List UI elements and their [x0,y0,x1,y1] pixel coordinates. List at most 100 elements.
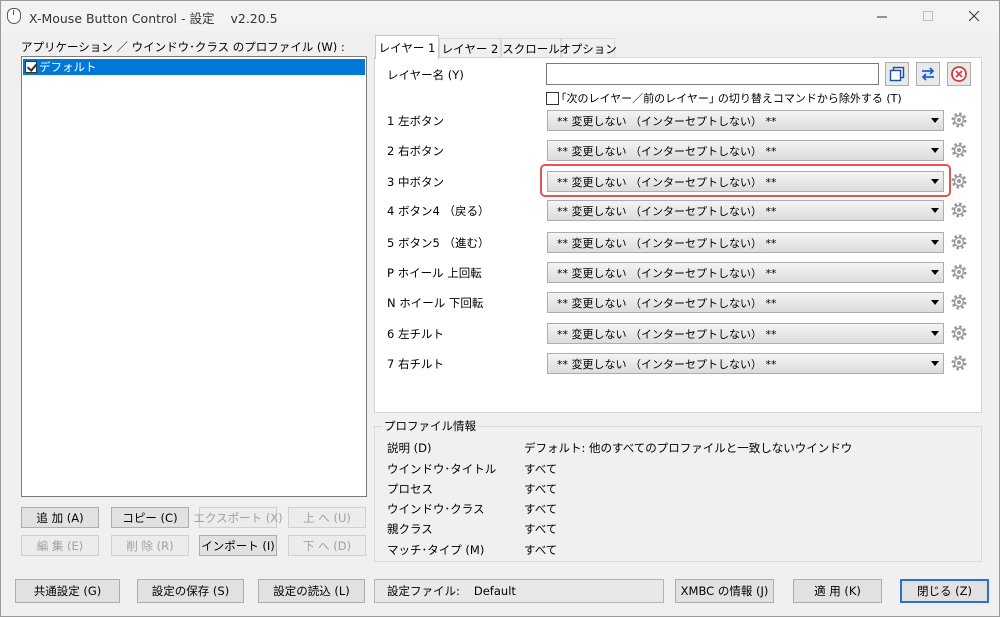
load-settings-button[interactable]: 設定の読込 (L) [258,579,365,603]
config-file-display: 設定ファイル: Default [374,579,664,603]
wheel-down-action-select[interactable]: ** 変更しない （インターセプトしない） ** [547,292,944,313]
move-down-button[interactable]: 下 へ (D) [288,535,366,556]
tab-scroll[interactable]: スクロール [501,38,561,58]
maximize-icon [922,10,933,21]
dropdown-arrow-icon [931,361,939,366]
button-label-right: 2 右ボタン [387,144,444,158]
config-file-value: Default [473,584,516,598]
gear-icon[interactable] [950,111,968,129]
info-value-window-class: すべて [524,502,558,516]
focus-highlight [540,164,951,197]
combo-value: ** 変更しない （インターセプトしない） ** [557,266,777,280]
exclude-toggle-row[interactable]: ｢次のレイヤー／前のレイヤー｣ の切り替えコマンドから除外する (T) [546,90,902,106]
tilt-left-action-select[interactable]: ** 変更しない （インターセプトしない） ** [547,323,944,344]
add-button[interactable]: 追 加 (A) [21,507,99,528]
maximize-button [905,1,951,31]
dropdown-arrow-icon [931,331,939,336]
button-label-wheel-down: N ホイール 下回転 [387,296,484,310]
window-title: X-Mouse Button Control - 設定 v2.20.5 [29,8,278,27]
button-label-left: 1 左ボタン [387,114,444,128]
move-up-button[interactable]: 上 へ (U) [288,507,366,528]
copy-layer-button[interactable] [885,62,909,86]
dropdown-arrow-icon [931,118,939,123]
combo-value: ** 変更しない （インターセプトしない） ** [557,296,777,310]
gear-icon[interactable] [950,172,968,190]
profile-info-title: プロファイル情報 [382,418,478,434]
version-text: v2.20.5 [230,11,278,26]
button5-action-select[interactable]: ** 変更しない （インターセプトしない） ** [547,232,944,253]
info-value-window-title: すべて [524,462,558,476]
layer-name-label: レイヤー名 (Y) [387,68,464,82]
button-label-tilt-right: 7 右チルト [387,357,444,371]
close-button[interactable]: 閉じる (Z) [900,579,989,603]
copy-button[interactable]: コピー (C) [111,507,189,528]
info-label-window-class: ウインドウ･クラス [387,502,485,516]
info-label-parent-class: 親クラス [387,522,433,536]
delete-icon [951,66,967,82]
edit-button[interactable]: 編 集 (E) [21,535,99,556]
gear-icon[interactable] [950,324,968,342]
profile-item-label: デフォルト [39,60,97,74]
combo-value: ** 変更しない （インターセプトしない） ** [557,357,777,371]
dropdown-arrow-icon [931,270,939,275]
info-label-match-type: マッチ･タイプ (M) [387,543,485,557]
gear-icon[interactable] [950,263,968,281]
export-button[interactable]: エクスポート (X) [193,507,283,528]
tab-options[interactable]: オプション [559,38,617,58]
layer-name-input[interactable] [546,63,879,85]
close-window-button[interactable] [951,1,997,31]
minimize-button[interactable] [859,1,905,31]
button-label-back: 4 ボタン4 （戻る） [387,204,490,218]
delete-button[interactable]: 削 除 (R) [111,535,189,556]
info-label-process: プロセス [387,482,433,496]
save-settings-button[interactable]: 設定の保存 (S) [137,579,244,603]
info-value-description: デフォルト: 他のすべてのプロファイルと一致しないウインドウ [524,441,853,455]
combo-value: ** 変更しない （インターセプトしない） ** [557,114,777,128]
gear-icon[interactable] [950,141,968,159]
common-settings-button[interactable]: 共通設定 (G) [15,579,120,603]
profile-list[interactable]: デフォルト [21,56,367,497]
apply-button[interactable]: 適 用 (K) [793,579,882,603]
right-button-action-select[interactable]: ** 変更しない （インターセプトしない） ** [547,140,944,161]
tab-layer-1[interactable]: レイヤー 1 [375,35,439,59]
about-button[interactable]: XMBC の情報 (J) [675,579,774,603]
exclude-label: ｢次のレイヤー／前のレイヤー｣ の切り替えコマンドから除外する (T) [561,92,902,105]
info-label-window-title: ウインドウ･タイトル [387,462,497,476]
minimize-icon [876,16,887,17]
title-bar: X-Mouse Button Control - 設定 v2.20.5 [1,1,999,31]
info-label-description: 説明 (D) [387,441,432,455]
gear-icon[interactable] [950,233,968,251]
info-value-process: すべて [524,482,558,496]
checkbox-checked-icon[interactable] [25,61,37,73]
mouse-icon [7,8,21,24]
button-label-forward: 5 ボタン5 （進む） [387,236,490,250]
info-value-match-type: すべて [524,543,558,557]
button-label-tilt-left: 6 左チルト [387,327,444,341]
exclude-checkbox[interactable] [546,91,559,105]
gear-icon[interactable] [950,354,968,372]
swap-layer-button[interactable] [916,62,940,86]
left-button-action-select[interactable]: ** 変更しない （インターセプトしない） ** [547,110,944,131]
dropdown-arrow-icon [931,148,939,153]
close-icon [968,10,979,21]
button4-action-select[interactable]: ** 変更しない （インターセプトしない） ** [547,200,944,221]
dropdown-arrow-icon [931,240,939,245]
copy-icon [889,66,905,82]
dropdown-arrow-icon [931,208,939,213]
profiles-label: アプリケーション ／ ウインドウ･クラス のプロファイル (W) : [21,40,345,54]
tilt-right-action-select[interactable]: ** 変更しない （インターセプトしない） ** [547,353,944,374]
combo-value: ** 変更しない （インターセプトしない） ** [557,236,777,250]
combo-value: ** 変更しない （インターセプトしない） ** [557,144,777,158]
import-button[interactable]: インポート (I) [199,535,277,556]
button-label-middle: 3 中ボタン [387,175,444,189]
combo-value: ** 変更しない （インターセプトしない） ** [557,204,777,218]
gear-icon[interactable] [950,201,968,219]
info-value-parent-class: すべて [524,522,558,536]
main-window: X-Mouse Button Control - 設定 v2.20.5 アプリケー… [0,0,1000,617]
profile-item-default[interactable]: デフォルト [23,59,365,75]
gear-icon[interactable] [950,293,968,311]
wheel-up-action-select[interactable]: ** 変更しない （インターセプトしない） ** [547,262,944,283]
config-file-label: 設定ファイル: [387,584,460,598]
tab-layer-2[interactable]: レイヤー 2 [439,38,501,58]
clear-layer-button[interactable] [947,62,971,86]
